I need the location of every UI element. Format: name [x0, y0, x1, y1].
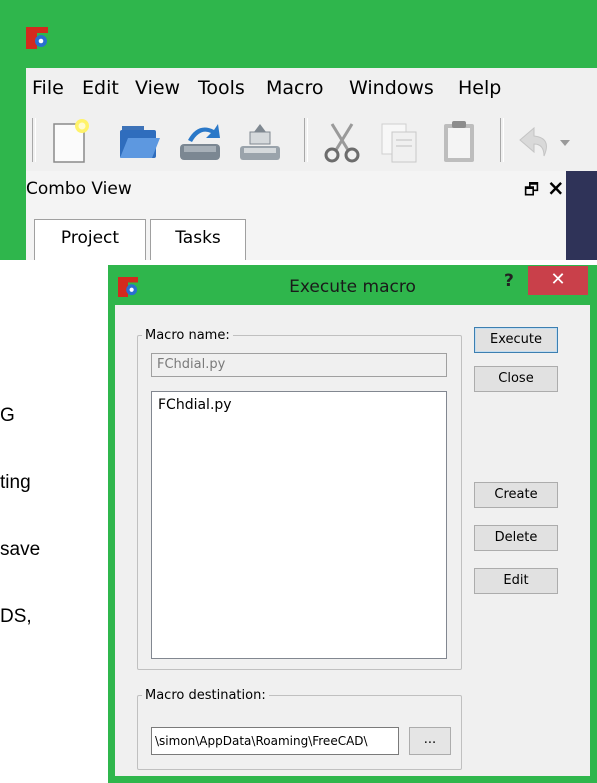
- import-icon[interactable]: [176, 118, 224, 166]
- combo-view-header: Combo View 🗗 ×: [26, 171, 566, 211]
- cut-icon[interactable]: [318, 118, 366, 166]
- macro-name-label: Macro name:: [145, 328, 230, 343]
- tab-project[interactable]: Project: [34, 219, 146, 260]
- help-icon[interactable]: ?: [504, 271, 514, 291]
- toolbar-grip[interactable]: [32, 118, 36, 162]
- document-text-fragment: save: [0, 539, 41, 560]
- edit-button[interactable]: Edit: [474, 568, 558, 594]
- macro-destination-input[interactable]: \simon\AppData\Roaming\FreeCAD\: [151, 727, 399, 755]
- menu-bar: File Edit View Tools Macro Windows Help: [26, 68, 597, 108]
- combo-view-tabs: Project Tasks: [26, 211, 566, 260]
- macro-destination-label: Macro destination:: [145, 688, 266, 703]
- 3d-view-edge: [566, 171, 597, 260]
- execute-macro-dialog: Execute macro ? ✕ Macro name: FChdial.py…: [108, 265, 597, 783]
- main-titlebar: [0, 0, 597, 68]
- freecad-app-icon: [26, 27, 48, 49]
- tab-tasks[interactable]: Tasks: [150, 219, 246, 260]
- paste-icon[interactable]: [436, 118, 484, 166]
- open-folder-icon[interactable]: [114, 118, 162, 166]
- menu-help[interactable]: Help: [458, 77, 501, 99]
- menu-windows[interactable]: Windows: [349, 77, 434, 99]
- dialog-title: Execute macro: [289, 277, 416, 297]
- menu-tools[interactable]: Tools: [198, 77, 245, 99]
- undo-icon[interactable]: [512, 118, 560, 166]
- close-button[interactable]: Close: [474, 366, 558, 392]
- document-text-fragment: DS,: [0, 606, 32, 627]
- new-document-icon[interactable]: [46, 118, 94, 166]
- combo-view-title: Combo View: [26, 179, 132, 199]
- list-item[interactable]: FChdial.py: [152, 392, 446, 413]
- browse-button[interactable]: ...: [409, 727, 451, 755]
- menu-file[interactable]: File: [32, 77, 64, 99]
- toolbar-separator: [304, 118, 308, 162]
- delete-button[interactable]: Delete: [474, 525, 558, 551]
- dialog-content: Macro name: FChdial.py FChdial.py Macro …: [115, 305, 590, 776]
- toolbar-separator: [500, 118, 504, 162]
- dialog-titlebar: Execute macro ? ✕: [108, 265, 597, 305]
- macro-list[interactable]: FChdial.py: [151, 391, 447, 659]
- menu-view[interactable]: View: [135, 77, 180, 99]
- menu-edit[interactable]: Edit: [82, 77, 119, 99]
- main-toolbar: [26, 108, 597, 171]
- execute-button[interactable]: Execute: [474, 327, 558, 353]
- dialog-close-button[interactable]: ✕: [528, 266, 588, 295]
- macro-name-input[interactable]: FChdial.py: [151, 353, 447, 377]
- document-text-fragment: ting: [0, 472, 31, 493]
- copy-icon[interactable]: [376, 118, 424, 166]
- export-icon[interactable]: [236, 118, 284, 166]
- document-text-fragment: G: [0, 405, 15, 426]
- create-button[interactable]: Create: [474, 482, 558, 508]
- close-icon[interactable]: ×: [547, 176, 565, 200]
- menu-macro[interactable]: Macro: [266, 77, 324, 99]
- float-window-icon[interactable]: 🗗: [524, 179, 539, 206]
- chevron-down-icon[interactable]: [556, 118, 576, 166]
- freecad-main-window: File Edit View Tools Macro Windows Help: [0, 0, 597, 260]
